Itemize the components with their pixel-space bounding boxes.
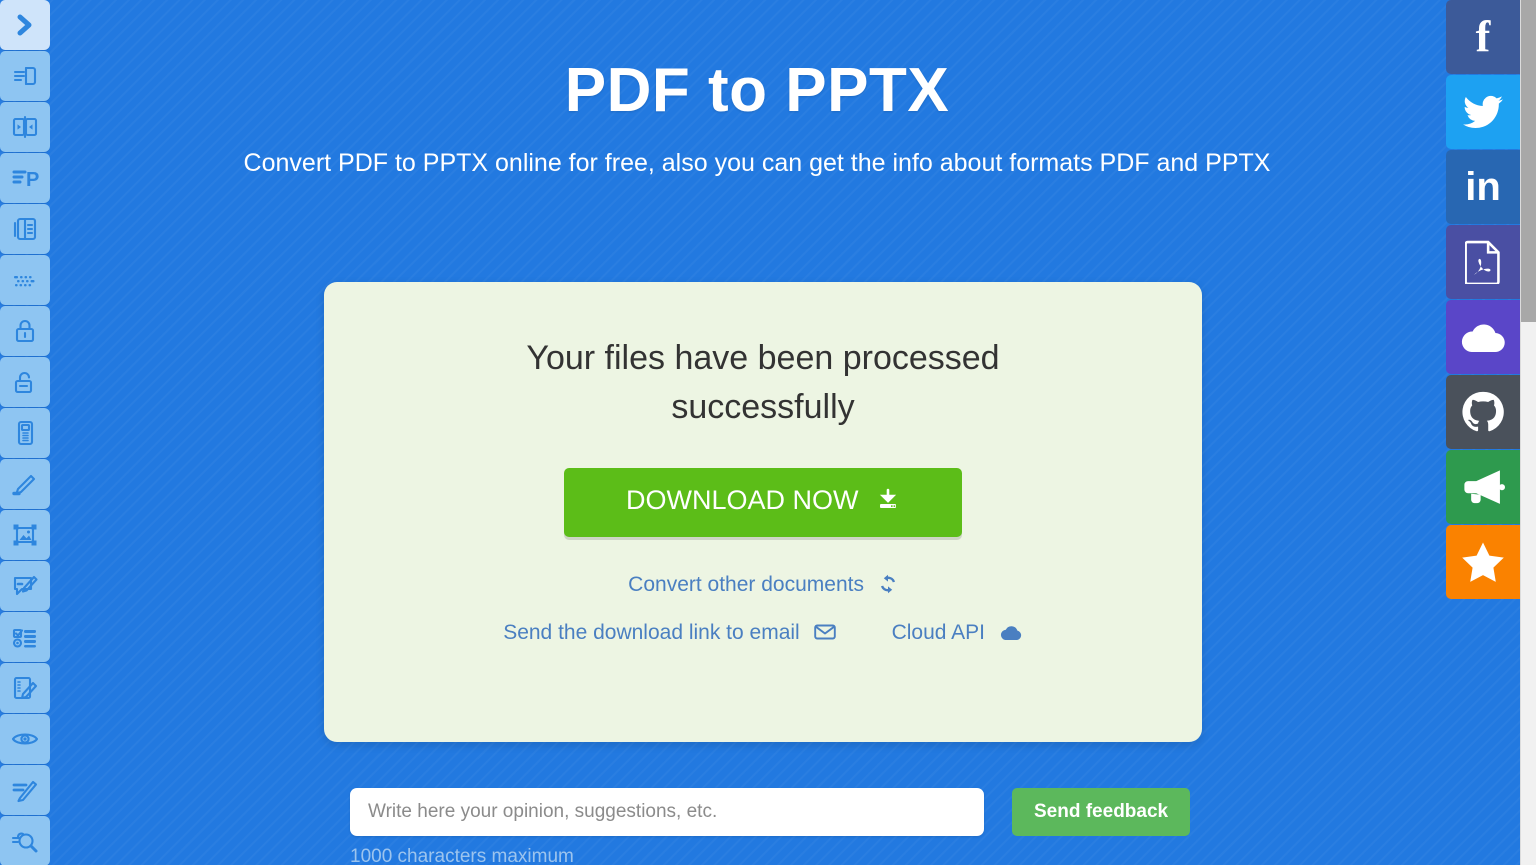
result-heading: Your files have been processed successfu… — [526, 339, 1000, 426]
twitter-icon — [1463, 95, 1503, 129]
sidebar-item-sign-document[interactable] — [0, 765, 50, 815]
page-scrollbar[interactable] — [1520, 0, 1536, 865]
pen-highlight-icon — [10, 469, 40, 499]
result-card: Your files have been processed successfu… — [324, 282, 1202, 742]
comment-edit-icon — [10, 571, 40, 601]
main-content: PDF to PPTX Convert PDF to PPTX online f… — [52, 0, 1504, 865]
file-import-icon — [10, 61, 40, 91]
page-subtitle: Convert PDF to PPTX online for free, als… — [243, 149, 1271, 178]
convert-other-row: Convert other documents — [324, 573, 1202, 597]
sidebar-item-ocr-scan[interactable] — [0, 255, 50, 305]
linkedin-icon: in — [1465, 165, 1501, 209]
chevron-right-icon — [10, 10, 40, 40]
sidebar-item-edit-document[interactable] — [0, 663, 50, 713]
magnifier-hand-icon — [10, 826, 40, 856]
barcode-document-icon — [10, 418, 40, 448]
dotted-text-icon — [10, 265, 40, 295]
convert-other-documents-label: Convert other documents — [628, 572, 864, 596]
social-share-rail: f in — [1446, 0, 1520, 600]
feedback-input[interactable] — [350, 788, 984, 836]
social-button-pdf[interactable] — [1446, 225, 1520, 299]
social-button-github[interactable] — [1446, 375, 1520, 449]
notebook-edit-icon — [10, 673, 40, 703]
eye-icon — [10, 724, 40, 754]
download-now-button[interactable]: DOWNLOAD NOW — [563, 467, 962, 537]
megaphone-icon — [1461, 468, 1505, 506]
signature-pen-icon — [10, 775, 40, 805]
sidebar-item-convert-file[interactable] — [0, 51, 50, 101]
download-now-label: DOWNLOAD NOW — [625, 484, 859, 515]
sidebar-item-edit-image[interactable] — [0, 510, 50, 560]
sidebar-item-protect-document[interactable] — [0, 306, 50, 356]
social-button-linkedin[interactable]: in — [1446, 150, 1520, 224]
cloud-api-label: Cloud API — [891, 620, 985, 644]
sidebar-item-unlock-document[interactable] — [0, 357, 50, 407]
star-icon — [1461, 541, 1505, 583]
lock-closed-icon — [10, 316, 40, 346]
sidebar-item-search-document[interactable] — [0, 816, 50, 865]
cloud-api-link[interactable]: Cloud API — [892, 621, 1023, 645]
feedback-row: Send feedback — [350, 788, 1191, 836]
social-button-cloud[interactable] — [1446, 300, 1520, 374]
convert-other-documents-link[interactable]: Convert other documents — [628, 573, 898, 597]
social-button-favorites[interactable] — [1446, 525, 1520, 599]
sidebar-item-compare-documents[interactable] — [0, 102, 50, 152]
cloud-icon — [991, 621, 1023, 644]
sidebar-item-comment-document[interactable] — [0, 561, 50, 611]
facebook-icon: f — [1475, 12, 1491, 61]
envelope-icon — [806, 621, 836, 644]
page-title: PDF to PPTX — [564, 56, 950, 125]
sidebar-item-merge-documents[interactable] — [0, 204, 50, 254]
download-icon — [876, 487, 900, 517]
cloud-icon — [1460, 321, 1506, 353]
sidebar-item-toggle-sidebar[interactable] — [0, 0, 50, 50]
send-download-link-to-email-link[interactable]: Send the download link to email — [503, 620, 836, 645]
github-icon — [1462, 391, 1504, 433]
send-feedback-button[interactable]: Send feedback — [1012, 788, 1191, 836]
sidebar-item-to-powerpoint[interactable]: P — [0, 153, 50, 203]
lock-open-icon — [10, 367, 40, 397]
sidebar-item-annotate-document[interactable] — [0, 459, 50, 509]
sidebar-item-view-document[interactable] — [0, 714, 50, 764]
svg-text:P: P — [26, 169, 39, 191]
merge-pages-icon — [10, 214, 40, 244]
secondary-links-row: Send the download link to email Cloud AP… — [324, 621, 1202, 645]
social-button-facebook[interactable]: f — [1446, 0, 1520, 74]
pdf-file-icon — [1465, 240, 1501, 284]
social-button-twitter[interactable] — [1446, 75, 1520, 149]
refresh-icon — [870, 573, 898, 596]
sidebar-item-form-fields[interactable] — [0, 612, 50, 662]
social-button-announcements[interactable] — [1446, 450, 1520, 524]
sidebar-item-document-metadata[interactable] — [0, 408, 50, 458]
scrollbar-thumb[interactable] — [1521, 0, 1536, 322]
left-tool-sidebar: P — [0, 0, 52, 865]
send-download-link-to-email-label: Send the download link to email — [503, 620, 800, 644]
image-frame-icon — [10, 520, 40, 550]
compare-icon — [10, 112, 40, 142]
document-to-presentation-icon: P — [10, 163, 40, 193]
char-limit-note: 1000 characters maximum — [350, 846, 574, 865]
checklist-icon — [10, 622, 40, 652]
